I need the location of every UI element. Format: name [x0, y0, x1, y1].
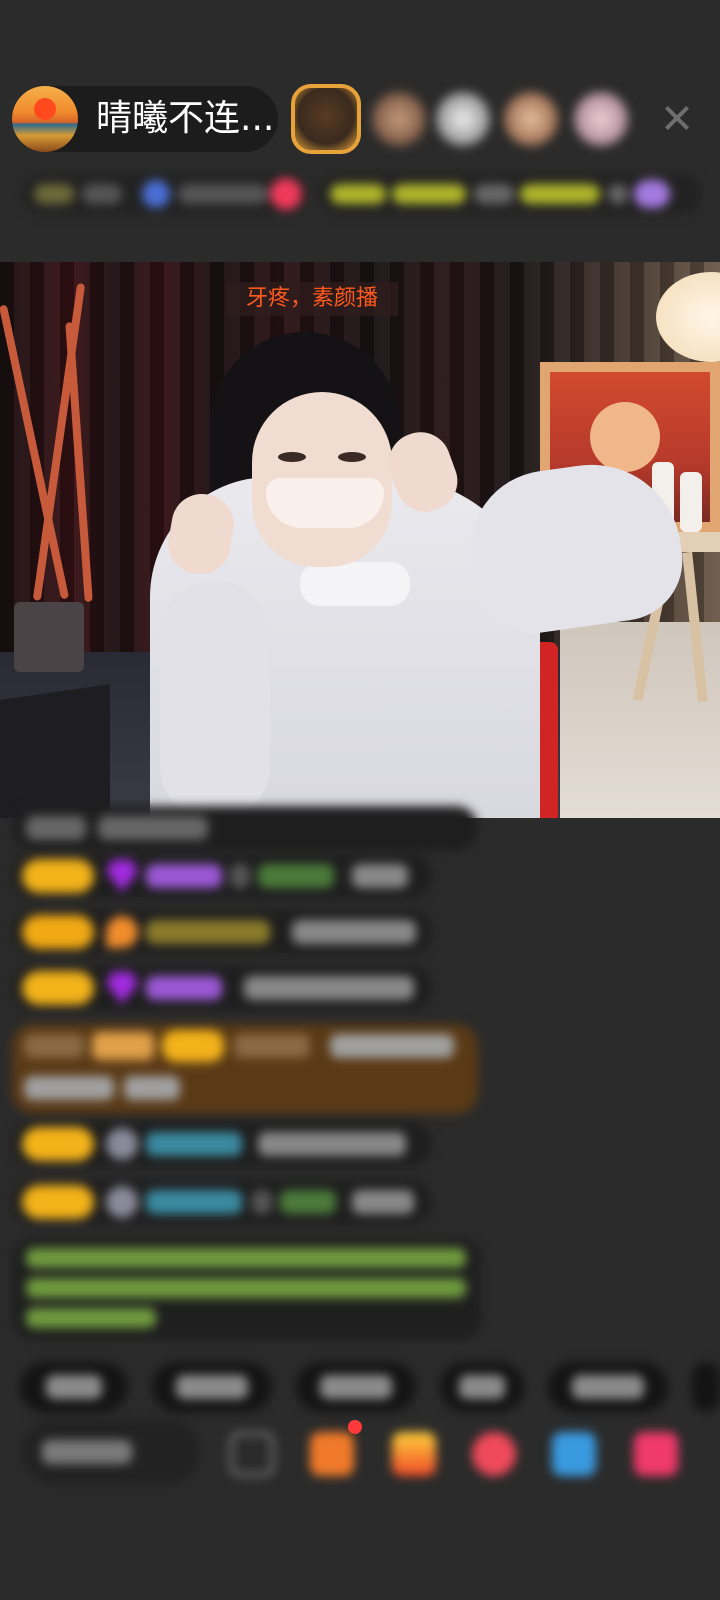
quick-reply-chip[interactable] — [440, 1362, 524, 1412]
quick-reply-chip[interactable] — [548, 1362, 668, 1412]
purple-gem-icon — [106, 972, 138, 1004]
live-video[interactable] — [0, 262, 720, 818]
chat-message — [12, 806, 478, 850]
game-icon[interactable] — [552, 1432, 596, 1476]
streamer-person — [0, 262, 720, 818]
top-viewer-avatar[interactable] — [291, 84, 361, 154]
purple-gem-icon — [106, 860, 138, 892]
quick-reply-chip[interactable] — [692, 1362, 720, 1412]
quick-reply-chip[interactable] — [296, 1362, 416, 1412]
stat-pill — [318, 174, 702, 214]
grey-level-icon — [106, 1186, 138, 1218]
streamer-name: 晴曦不连... — [96, 98, 275, 139]
orange-badge-icon — [106, 916, 138, 948]
streamer-info-pill[interactable]: 晴曦不连... — [12, 86, 278, 152]
notification-dot — [348, 1420, 362, 1434]
grey-level-icon — [106, 1128, 138, 1160]
streamer-avatar[interactable] — [12, 86, 78, 152]
emoji-icon[interactable] — [230, 1432, 274, 1476]
chat-message — [12, 1180, 432, 1224]
close-icon[interactable] — [662, 103, 692, 133]
stream-stats-row — [22, 170, 702, 218]
quick-reply-chip[interactable] — [20, 1362, 128, 1412]
chat-message — [12, 854, 432, 898]
viewer-avatar[interactable] — [372, 92, 426, 146]
stream-title-banner: 牙疼，素颜播 — [226, 282, 398, 316]
viewer-avatar[interactable] — [574, 92, 628, 146]
stat-pill — [22, 174, 308, 214]
viewer-avatar[interactable] — [504, 92, 558, 146]
chat-message — [12, 1122, 432, 1166]
shop-bag-icon[interactable] — [310, 1432, 354, 1476]
chat-message — [12, 966, 432, 1010]
quick-reply-chip[interactable] — [152, 1362, 272, 1412]
fan-club-icon[interactable] — [392, 1432, 436, 1476]
comment-input[interactable] — [22, 1420, 200, 1484]
gift-icon[interactable] — [634, 1432, 678, 1476]
viewer-avatar[interactable] — [436, 92, 490, 146]
lips-icon[interactable] — [472, 1432, 516, 1476]
system-notice — [12, 1238, 482, 1340]
gift-message — [12, 1024, 478, 1114]
chat-message — [12, 910, 432, 954]
